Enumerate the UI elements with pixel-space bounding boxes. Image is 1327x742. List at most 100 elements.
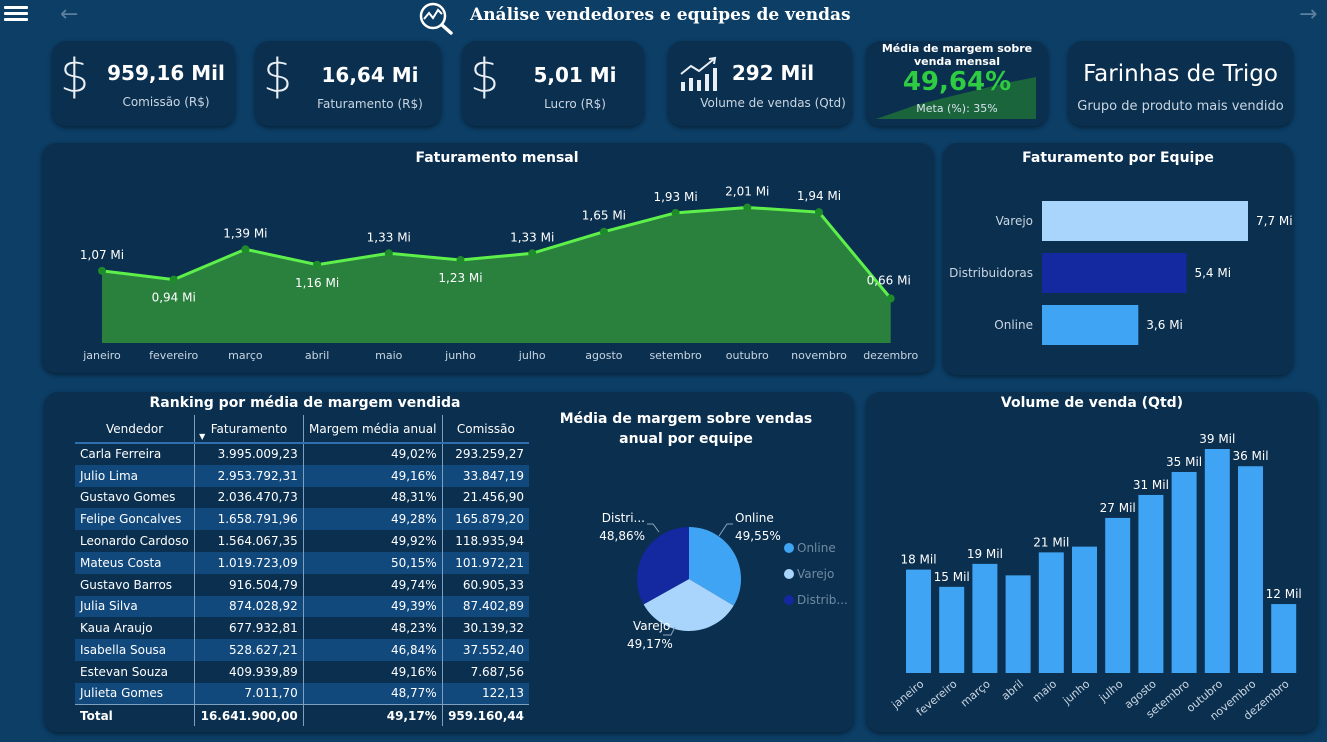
table-row[interactable]: Felipe Goncalves 1.658.791,96 49,28% 165.87… [75, 508, 529, 531]
table-cell: 37.552,40 [442, 639, 529, 661]
data-point [886, 294, 895, 303]
data-label: 31 Mil [1133, 478, 1169, 492]
area-fill [102, 207, 891, 343]
legend-label: Varejo [797, 567, 834, 581]
data-point [456, 256, 465, 265]
table-cell: 50,15% [303, 551, 443, 574]
bar [1138, 494, 1164, 673]
table-cell: 48,31% [303, 486, 443, 509]
data-label: 1,33 Mi [510, 230, 554, 244]
bar [906, 569, 931, 673]
bar [1271, 604, 1297, 673]
bar [1042, 253, 1187, 293]
kpi-label: Comissão (R$) [122, 95, 210, 109]
col-header-faturamento[interactable]: Faturamento ▼ [194, 415, 304, 444]
bar [1038, 552, 1064, 673]
data-label: 21 Mil [1033, 535, 1069, 549]
table-cell: 49,16% [303, 660, 443, 683]
x-tick-label: abril [999, 677, 1026, 703]
table-cell: 293.259,27 [442, 443, 529, 465]
table-row[interactable]: Julieta Gomes 7.011,70 48,77% 122,13 [75, 682, 529, 705]
table-cell: Gustavo Barros [75, 573, 196, 596]
table-row[interactable]: Julia Silva 874.028,92 49,39% 87.402,89 [75, 595, 529, 618]
legend-swatch [784, 569, 794, 579]
pie-title: Média de margem sobre vendas anual por e… [559, 411, 813, 447]
table-cell: 2.953.792,31 [194, 464, 304, 487]
sort-desc-icon: ▼ [199, 432, 206, 441]
slice-value: 49,55% [735, 529, 781, 543]
x-tick-label: setembro [649, 349, 702, 362]
leader-line [718, 523, 733, 537]
table-cell: 101.972,21 [442, 551, 529, 574]
data-label: 27 Mil [1100, 501, 1136, 515]
data-label: 1,16 Mi [295, 276, 339, 290]
table-row[interactable]: Julio Lima 2.953.792,31 49,16% 33.847,19 [75, 464, 529, 487]
table-cell: 2.036.470,73 [194, 486, 304, 509]
table-cell: 87.402,89 [442, 595, 529, 618]
table-row[interactable]: Isabella Sousa 528.627,21 46,84% 37.552,40 [75, 639, 529, 661]
slice-name: Online [735, 511, 774, 525]
dollar-icon: $ [470, 49, 500, 103]
table-row[interactable]: Carla Ferreira 3.995.009,23 49,02% 293.259,… [75, 443, 529, 465]
menu-icon[interactable] [4, 3, 28, 25]
kpi-card-faturamento: $ 16,64 Mi Faturamento (R$) [255, 41, 441, 126]
data-point [815, 208, 823, 217]
table-cell: Julio Lima [75, 464, 196, 487]
monthly-revenue-chart: 1,07 Mi janeiro 0,94 Mi fevereiro 1,39 Mi mar… [80, 184, 919, 362]
col-header-comissao[interactable]: Comissão [442, 415, 529, 444]
x-tick-label: julho [518, 349, 546, 362]
data-point [169, 275, 178, 284]
table-cell: 49,16% [303, 464, 443, 487]
table-cell: 959.160,44 [442, 704, 529, 727]
table-cell: Isabella Sousa [75, 639, 196, 661]
kpi-card-comissao: $ 959,16 Mil Comissão (R$) [52, 41, 235, 126]
kpi-card-grupo: Farinhas de Trigo Grupo de produto mais … [1068, 41, 1293, 126]
kpi-value: 16,64 Mi [321, 63, 419, 87]
top-bar: ← Análise vendedores e equipes de vendas… [0, 0, 1327, 35]
col-header-vendedor[interactable]: Vendedor [75, 415, 196, 444]
x-tick-label: maio [375, 349, 403, 362]
back-arrow-icon[interactable]: ← [60, 2, 78, 27]
bar [1171, 471, 1197, 673]
x-tick-label: janeiro [82, 349, 121, 362]
data-point [98, 266, 106, 275]
category-label: Distribuidoras [949, 266, 1033, 280]
data-label: 1,93 Mi [653, 190, 697, 204]
data-label: 5,4 Mi [1194, 266, 1231, 280]
x-tick-label: abril [305, 349, 329, 362]
data-point [599, 227, 608, 236]
kpi-label: Lucro (R$) [544, 97, 606, 111]
bar [1005, 575, 1031, 673]
leader-line [647, 523, 660, 533]
data-label: 2,01 Mi [725, 184, 769, 198]
slice-name: Distri... [602, 511, 645, 525]
table-row[interactable]: Leonardo Cardoso 1.564.067,35 49,92% 118.93… [75, 530, 529, 552]
table-row[interactable]: Gustavo Gomes 2.036.470,73 48,31% 21.456,90 [75, 486, 529, 509]
analytics-magnifier-icon [419, 2, 453, 35]
kpi-value: 959,16 Mil [107, 61, 225, 85]
data-label: 35 Mil [1166, 455, 1202, 469]
data-label: 3,6 Mi [1146, 318, 1183, 332]
bar [1042, 305, 1139, 345]
data-label: 39 Mil [1199, 432, 1235, 446]
forward-arrow-icon[interactable]: → [1299, 2, 1317, 27]
bar [1072, 546, 1097, 673]
table-total-row[interactable]: Total 16.641.900,00 49,17% 959.160,44 [75, 704, 529, 727]
table-row[interactable]: Gustavo Barros 916.504,79 49,74% 60.905,33 [75, 573, 529, 596]
table-cell: 49,92% [303, 530, 443, 552]
bar [1204, 449, 1230, 673]
table-cell: 3.995.009,23 [194, 443, 304, 465]
table-cell: Julieta Gomes [75, 682, 196, 705]
kpi-title: Média de margem sobre venda mensal [881, 42, 1033, 68]
table-cell: 49,02% [303, 443, 443, 465]
table-row[interactable]: Kaua Araujo 677.932,81 48,23% 30.139,32 [75, 617, 529, 640]
table-row[interactable]: Estevan Souza 409.939,89 49,16% 7.687,56 [75, 660, 529, 683]
col-header-margem[interactable]: Margem média anual [303, 415, 443, 444]
team-revenue-card: Faturamento por Equipe Varejo 7,7 Mi Distr… [943, 143, 1293, 375]
table-cell: Mateus Costa [75, 551, 196, 574]
x-tick-label: junho [444, 349, 476, 362]
x-tick-label: novembro [791, 349, 847, 362]
table-cell: 118.935,94 [442, 530, 529, 552]
ranking-table: Vendedor Faturamento ▼ Margem média anual… [75, 415, 529, 727]
table-row[interactable]: Mateus Costa 1.019.723,09 50,15% 101.972,21 [75, 551, 529, 574]
